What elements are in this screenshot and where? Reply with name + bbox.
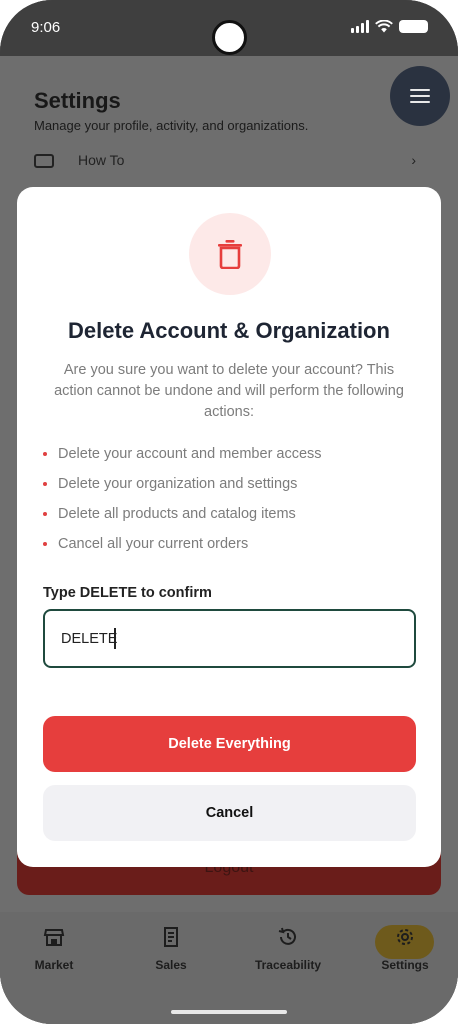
delete-account-dialog: Delete Account & Organization Are you su… bbox=[17, 187, 441, 867]
page-title: Settings bbox=[34, 88, 121, 113]
trash-icon-badge bbox=[189, 213, 271, 295]
nav-item-sales[interactable]: Sales bbox=[116, 926, 226, 986]
list-item: Cancel all your current orders bbox=[43, 536, 423, 566]
history-icon bbox=[278, 927, 296, 945]
settings-row-label: How To bbox=[78, 152, 125, 168]
gear-icon bbox=[397, 929, 413, 945]
bullet-icon bbox=[43, 482, 47, 486]
bottom-nav: Market Sales Traceability Settings bbox=[0, 912, 458, 1024]
confirm-field-label: Type DELETE to confirm bbox=[43, 585, 212, 601]
nav-item-traceability[interactable]: Traceability bbox=[233, 926, 343, 986]
phone-frame: 9:06 Settings Manage your profile, activ… bbox=[0, 0, 458, 1024]
nav-label: Market bbox=[34, 958, 74, 972]
menu-button[interactable] bbox=[390, 66, 450, 126]
home-indicator bbox=[171, 1010, 287, 1014]
store-icon bbox=[43, 929, 65, 946]
confirm-delete-input[interactable] bbox=[43, 609, 416, 668]
nav-item-settings[interactable]: Settings bbox=[350, 926, 458, 986]
page-subtitle: Manage your profile, activity, and organ… bbox=[34, 118, 309, 133]
list-item: Delete your organization and settings bbox=[43, 476, 423, 506]
status-time: 9:06 bbox=[31, 19, 61, 36]
status-icons bbox=[351, 20, 428, 33]
screen: 9:06 Settings Manage your profile, activ… bbox=[0, 0, 458, 1024]
text-cursor bbox=[114, 628, 116, 649]
bullet-icon bbox=[43, 452, 47, 456]
settings-row-how-to[interactable]: How To › bbox=[34, 152, 424, 172]
battery-icon bbox=[399, 20, 428, 33]
nav-label: Settings bbox=[381, 958, 429, 972]
hamburger-icon bbox=[410, 89, 430, 103]
nav-item-market[interactable]: Market bbox=[0, 926, 109, 986]
cancel-button[interactable]: Cancel bbox=[43, 785, 416, 841]
delete-everything-button[interactable]: Delete Everything bbox=[43, 716, 416, 772]
book-icon bbox=[34, 154, 54, 168]
signal-icon bbox=[351, 20, 369, 33]
nav-label: Sales bbox=[155, 958, 187, 972]
list-item: Delete all products and catalog items bbox=[43, 506, 423, 536]
nav-label: Traceability bbox=[254, 958, 322, 972]
list-item: Delete your account and member access bbox=[43, 446, 423, 476]
trash-icon bbox=[218, 240, 242, 269]
wifi-icon bbox=[375, 20, 393, 33]
chevron-right-icon: › bbox=[411, 152, 416, 168]
dialog-title: Delete Account & Organization bbox=[68, 318, 390, 343]
bullet-icon bbox=[43, 542, 47, 546]
camera-cutout bbox=[212, 20, 247, 55]
bullet-icon bbox=[43, 512, 47, 516]
consequence-list: Delete your account and member access De… bbox=[43, 446, 423, 566]
receipt-icon bbox=[164, 927, 178, 947]
dialog-description: Are you sure you want to delete your acc… bbox=[54, 362, 404, 420]
status-bar: 9:06 bbox=[0, 0, 458, 56]
